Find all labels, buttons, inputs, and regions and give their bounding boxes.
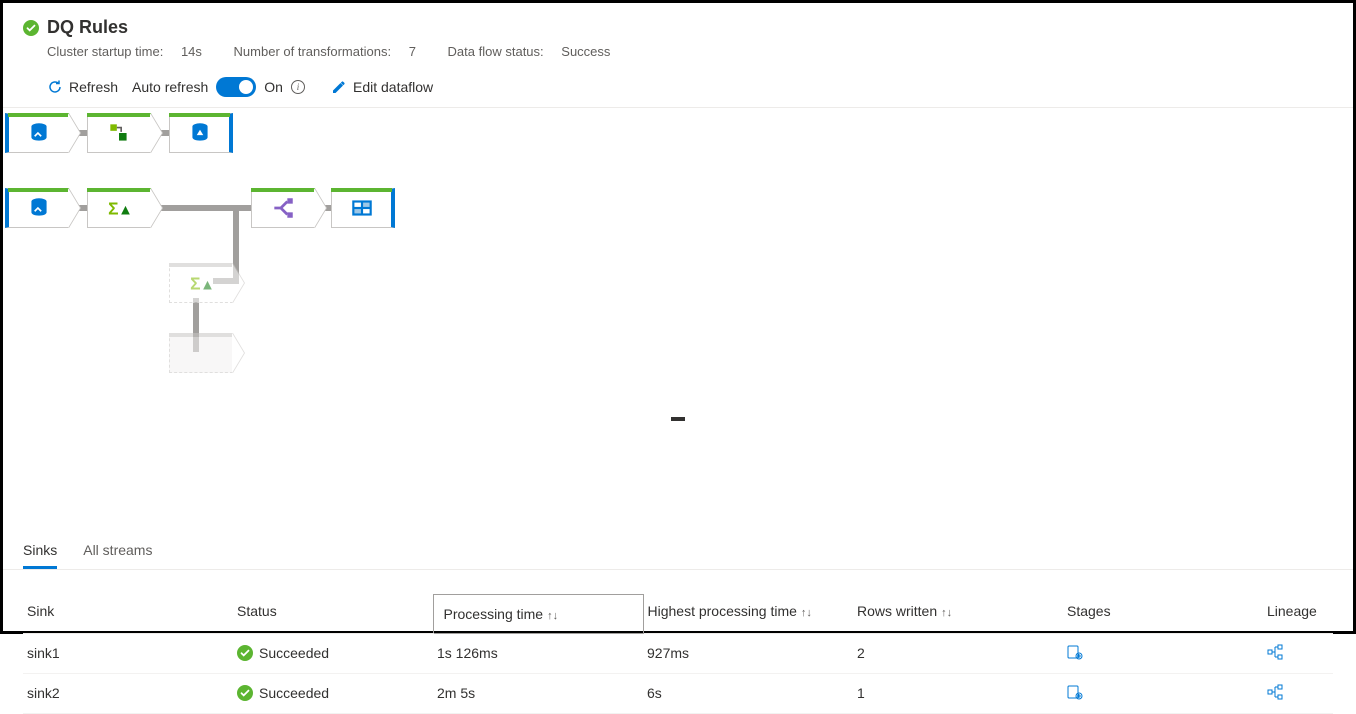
refresh-icon [47, 79, 63, 95]
branch-node[interactable] [251, 188, 315, 228]
aggregate-node[interactable]: Σ [87, 188, 151, 228]
transform-node[interactable] [87, 113, 151, 153]
edit-dataflow-button[interactable]: Edit dataflow [331, 79, 433, 95]
cell-highest: 6s [643, 673, 853, 713]
dataflow-graph[interactable]: Σ Σ [3, 108, 1353, 408]
sink-node[interactable] [169, 113, 233, 153]
col-rows[interactable]: Rows written↑↓ [853, 595, 1063, 634]
info-icon[interactable]: i [291, 80, 305, 94]
cell-highest: 927ms [643, 633, 853, 673]
col-processing[interactable]: Processing time↑↓ [433, 595, 643, 634]
cell-sink: sink2 [23, 673, 233, 713]
auto-refresh-label: Auto refresh [132, 79, 208, 95]
cell-lineage [1263, 673, 1333, 713]
tab-all-streams[interactable]: All streams [83, 532, 152, 569]
svg-text:Σ: Σ [108, 199, 118, 219]
cell-lineage [1263, 633, 1333, 673]
edit-icon [331, 79, 347, 95]
source-node-2[interactable] [5, 188, 69, 228]
cell-status: Succeeded [233, 673, 433, 713]
auto-refresh-toggle[interactable] [216, 77, 256, 97]
meta-row: Cluster startup time: 14s Number of tran… [23, 44, 1333, 59]
cell-processing: 2m 5s [433, 673, 643, 713]
splitter-handle[interactable] [671, 417, 685, 421]
sinks-table: Sink Status Processing time↑↓ Highest pr… [23, 594, 1333, 714]
cell-rows: 2 [853, 633, 1063, 673]
cell-sink: sink1 [23, 633, 233, 673]
success-icon [237, 645, 253, 661]
success-icon [237, 685, 253, 701]
cell-processing: 1s 126ms [433, 633, 643, 673]
lineage-icon[interactable] [1267, 647, 1283, 663]
col-sink[interactable]: Sink [23, 595, 233, 634]
cell-stages [1063, 673, 1263, 713]
cell-rows: 1 [853, 673, 1063, 713]
success-icon [23, 20, 39, 36]
aggregate-node-faded[interactable]: Σ [169, 263, 233, 303]
col-stages[interactable]: Stages [1063, 595, 1263, 634]
page-title: DQ Rules [47, 17, 128, 38]
stages-icon[interactable] [1067, 647, 1083, 663]
svg-text:Σ: Σ [190, 274, 200, 294]
cell-stages [1063, 633, 1263, 673]
refresh-button[interactable]: Refresh [47, 79, 118, 95]
cell-status: Succeeded [233, 633, 433, 673]
placeholder-node[interactable] [169, 333, 233, 373]
table-row: sink2 Succeeded 2m 5s 6s 1 [23, 673, 1333, 713]
source-node[interactable] [5, 113, 69, 153]
col-highest[interactable]: Highest processing time↑↓ [643, 595, 853, 634]
table-row: sink1 Succeeded 1s 126ms 927ms 2 [23, 633, 1333, 673]
stages-icon[interactable] [1067, 687, 1083, 703]
tab-sinks[interactable]: Sinks [23, 532, 57, 569]
col-lineage[interactable]: Lineage [1263, 595, 1333, 634]
sink-node-2[interactable] [331, 188, 395, 228]
col-status[interactable]: Status [233, 595, 433, 634]
lineage-icon[interactable] [1267, 687, 1283, 703]
